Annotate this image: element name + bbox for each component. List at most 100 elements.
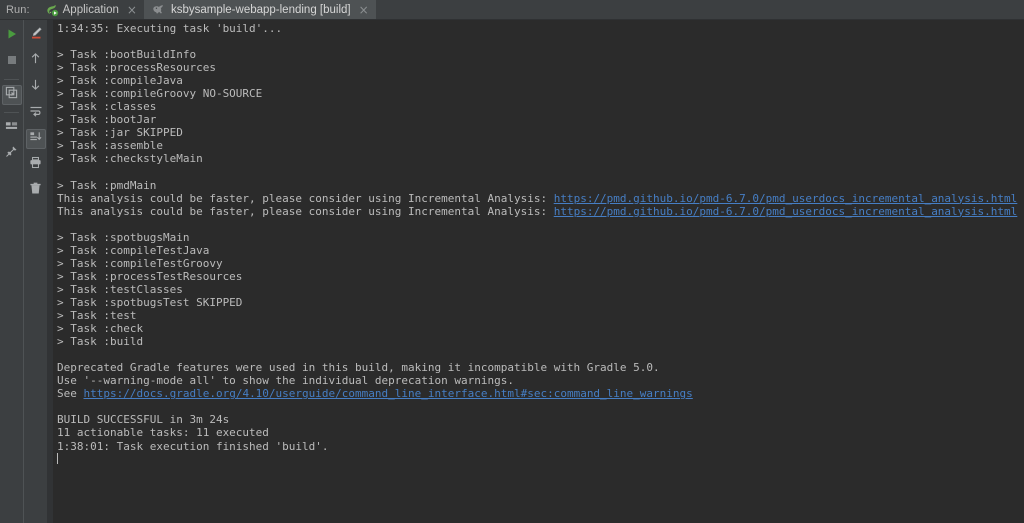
console-line: > Task :bootJar: [57, 113, 1024, 126]
scroll-to-end-button[interactable]: [25, 129, 46, 149]
pin-icon: [5, 145, 18, 163]
console-line-text: > Task :bootBuildInfo: [57, 48, 197, 62]
restart-frame-icon: [5, 86, 18, 104]
restart-button[interactable]: [1, 85, 22, 105]
previous-occurrence-button[interactable]: [26, 51, 46, 71]
console-line: 1:38:01: Task execution finished 'build'…: [57, 440, 1024, 453]
highlight-pen-icon: [29, 26, 43, 45]
console-line-text: > Task :spotbugsTest SKIPPED: [57, 295, 243, 309]
tab-application-close-icon[interactable]: ×: [127, 4, 137, 16]
console-line: > Task :testClasses: [57, 283, 1024, 296]
stop-square-icon: [6, 53, 18, 71]
toolbar-divider: [4, 79, 19, 80]
console-line-text: > Task :processResources: [57, 61, 216, 75]
console-line-text: > Task :test: [57, 309, 137, 323]
scroll-to-end-icon: [29, 130, 42, 148]
console-line: [57, 452, 1024, 466]
console-output-panel[interactable]: 1:34:35: Executing task 'build'... > Tas…: [53, 20, 1024, 523]
console-line-text: > Task :pmdMain: [57, 178, 157, 192]
soft-wrap-button[interactable]: [26, 103, 46, 123]
console-controls-toolbar: [23, 20, 47, 523]
tab-application[interactable]: Application ×: [37, 0, 144, 19]
console-line-text: > Task :check: [57, 322, 144, 336]
console-line: > Task :pmdMain: [57, 179, 1024, 192]
console-line: Use '--warning-mode all' to show the ind…: [57, 374, 1024, 387]
console-line: > Task :classes: [57, 100, 1024, 113]
console-line: See https://docs.gradle.org/4.10/usergui…: [57, 387, 1024, 400]
console-line: > Task :build: [57, 335, 1024, 348]
console-line-text: 1:38:01: Task execution finished 'build'…: [57, 439, 329, 453]
printer-icon: [29, 156, 42, 174]
console-line-text: > Task :build: [57, 335, 144, 349]
console-text: 1:34:35: Executing task 'build'... > Tas…: [53, 20, 1024, 466]
run-controls-toolbar: [0, 20, 23, 523]
console-line: > Task :checkstyleMain: [57, 152, 1024, 165]
console-line-text: This analysis could be faster, please co…: [57, 191, 554, 205]
console-line-text: > Task :compileTestJava: [57, 243, 210, 257]
console-line-text: > Task :compileJava: [57, 74, 183, 88]
layout-icon: [5, 119, 18, 137]
console-line: > Task :bootBuildInfo: [57, 48, 1024, 61]
gradle-elephant-icon: [152, 3, 166, 16]
clear-all-button[interactable]: [26, 181, 46, 201]
console-line: 1:34:35: Executing task 'build'...: [57, 22, 1024, 35]
console-line-text: > Task :testClasses: [57, 282, 183, 296]
highlight-button[interactable]: [26, 25, 46, 45]
spring-boot-leaf-icon: [45, 3, 59, 17]
console-line-text: > Task :assemble: [57, 139, 163, 153]
console-line-text: > Task :compileTestGroovy: [57, 256, 223, 270]
play-triangle-icon: [6, 27, 18, 45]
trash-icon: [29, 182, 42, 200]
next-occurrence-button[interactable]: [26, 77, 46, 97]
console-line-text: > Task :classes: [57, 100, 157, 114]
console-line: > Task :compileTestGroovy: [57, 257, 1024, 270]
console-line-text: > Task :processTestResources: [57, 269, 243, 283]
tab-gradle-build-close-icon[interactable]: ×: [359, 4, 369, 16]
print-button[interactable]: [26, 155, 46, 175]
console-line-text: Deprecated Gradle features were used in …: [57, 361, 660, 375]
toolbar-divider-2: [4, 112, 19, 113]
console-line-text: BUILD SUCCESSFUL in 3m 24s: [57, 413, 230, 427]
console-line: > Task :assemble: [57, 139, 1024, 152]
console-line: This analysis could be faster, please co…: [57, 192, 1024, 205]
console-line: > Task :compileGroovy NO-SOURCE: [57, 87, 1024, 100]
soft-wrap-icon: [29, 104, 43, 123]
console-hyperlink[interactable]: https://pmd.github.io/pmd-6.7.0/pmd_user…: [554, 192, 1018, 205]
console-line: > Task :spotbugsTest SKIPPED: [57, 296, 1024, 309]
console-line: > Task :check: [57, 322, 1024, 335]
text-cursor: [57, 452, 58, 464]
console-line-text: > Task :bootJar: [57, 113, 157, 127]
arrow-down-icon: [29, 78, 42, 96]
console-line: Deprecated Gradle features were used in …: [57, 361, 1024, 374]
pin-tab-button[interactable]: [2, 144, 22, 164]
console-line: > Task :spotbugsMain: [57, 231, 1024, 244]
console-line-text: > Task :checkstyleMain: [57, 152, 203, 166]
run-tool-window-tabbar: Run: Application × ksbysample-webapp-len…: [0, 0, 1024, 20]
console-line-text: 11 actionable tasks: 11 executed: [57, 426, 269, 440]
tab-gradle-build[interactable]: ksbysample-webapp-lending [build] ×: [143, 0, 376, 19]
console-line-text: This analysis could be faster, please co…: [57, 204, 554, 218]
tab-gradle-build-label: ksbysample-webapp-lending [build]: [170, 3, 351, 16]
console-line-text: Use '--warning-mode all' to show the ind…: [57, 374, 514, 388]
layout-button[interactable]: [2, 118, 22, 138]
rerun-button[interactable]: [2, 26, 22, 46]
run-tool-window-label: Run:: [6, 3, 30, 16]
console-line-text: 1:34:35: Executing task 'build'...: [57, 22, 283, 35]
console-line: > Task :test: [57, 309, 1024, 322]
console-line-text: > Task :compileGroovy NO-SOURCE: [57, 87, 263, 101]
console-line: 11 actionable tasks: 11 executed: [57, 426, 1024, 439]
console-line: BUILD SUCCESSFUL in 3m 24s: [57, 413, 1024, 426]
console-line: > Task :processTestResources: [57, 270, 1024, 283]
tab-application-label: Application: [62, 3, 119, 16]
console-hyperlink[interactable]: https://docs.gradle.org/4.10/userguide/c…: [84, 387, 693, 400]
arrow-up-icon: [29, 52, 42, 70]
console-line: > Task :compileTestJava: [57, 244, 1024, 257]
run-tool-window: Run: Application × ksbysample-webapp-len…: [0, 0, 1024, 523]
console-hyperlink[interactable]: https://pmd.github.io/pmd-6.7.0/pmd_user…: [554, 205, 1018, 218]
stop-button[interactable]: [2, 52, 22, 72]
